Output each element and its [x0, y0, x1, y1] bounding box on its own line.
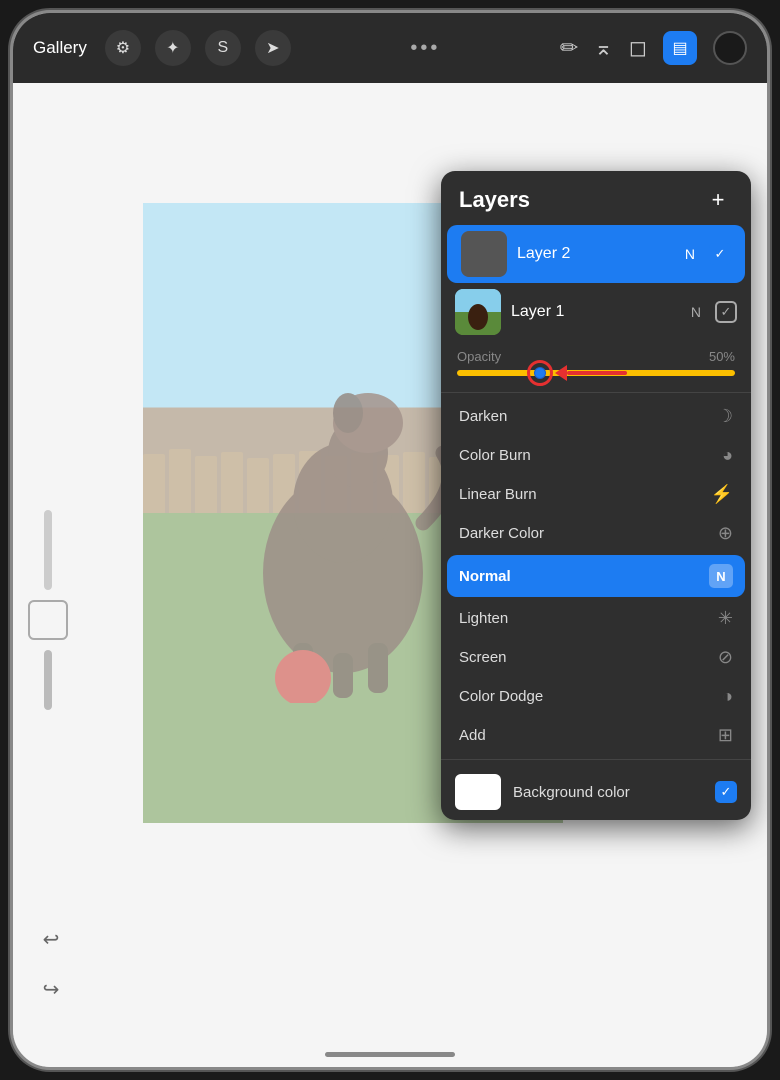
blend-darker-color-icon: ⊕ — [718, 523, 733, 544]
selection-icon[interactable]: S — [205, 30, 241, 66]
blend-modes-list: Darken ☽ Color Burn ◕ Linear Burn ⚡ Dark… — [441, 397, 751, 755]
sidebar-square-tool[interactable] — [28, 600, 68, 640]
opacity-value: 50% — [709, 349, 735, 364]
blend-color-burn-label: Color Burn — [459, 447, 531, 464]
layer-item-2[interactable]: Layer 2 N ✓ — [447, 225, 745, 283]
background-color-row[interactable]: Background color ✓ — [441, 764, 751, 820]
blend-linear-burn-icon: ⚡ — [711, 484, 733, 505]
background-color-visibility[interactable]: ✓ — [715, 781, 737, 803]
layers-button[interactable]: ▤ — [663, 31, 697, 65]
layer-2-visibility[interactable]: ✓ — [709, 243, 731, 265]
slider-outer-ring — [527, 360, 553, 386]
blend-linear-burn-label: Linear Burn — [459, 486, 537, 503]
layer-1-thumbnail — [455, 289, 501, 335]
device-frame: Gallery ⚙ ✦ S ➤ ••• ✏ ⌅ ◻ ▤ ↩ — [10, 10, 770, 1070]
blend-darker-color-label: Darker Color — [459, 525, 544, 542]
blend-mode-darken[interactable]: Darken ☽ — [441, 397, 751, 436]
blend-mode-color-dodge[interactable]: Color Dodge ◑ — [441, 677, 751, 716]
opacity-slider-sidebar[interactable] — [44, 650, 52, 710]
blend-add-label: Add — [459, 727, 486, 744]
add-layer-button[interactable]: + — [703, 185, 733, 215]
undo-button[interactable]: ↩ — [33, 921, 69, 957]
color-picker[interactable] — [713, 31, 747, 65]
layer-item-1[interactable]: Layer 1 N ✓ — [441, 283, 751, 341]
slider-inner-dot — [534, 367, 546, 379]
opacity-label: Opacity — [457, 349, 501, 364]
layer-2-thumbnail — [461, 231, 507, 277]
top-bar-right: ✏ ⌅ ◻ ▤ — [560, 31, 747, 65]
blend-normal-label: Normal — [459, 568, 511, 585]
blend-lighten-label: Lighten — [459, 610, 508, 627]
opacity-row: Opacity 50% — [441, 341, 751, 388]
canvas-area: ↩ ↪ — [13, 83, 767, 1067]
opacity-slider-track[interactable] — [457, 370, 735, 376]
layer-2-mode: N — [685, 246, 695, 262]
home-indicator — [325, 1052, 455, 1057]
blend-mode-color-burn[interactable]: Color Burn ◕ — [441, 436, 751, 475]
blend-mode-normal[interactable]: Normal N — [447, 555, 745, 597]
panel-divider-2 — [441, 759, 751, 760]
blend-color-dodge-icon: ◑ — [722, 686, 733, 707]
pen-tool-icon[interactable]: ✏ — [560, 35, 578, 61]
blend-add-icon: ⊞ — [718, 725, 733, 746]
blend-lighten-icon: ✳ — [718, 608, 733, 629]
redo-button[interactable]: ↪ — [33, 971, 69, 1007]
layers-panel: Layers + Layer 2 N ✓ Layer 1 — [441, 171, 751, 820]
blend-color-dodge-label: Color Dodge — [459, 688, 543, 705]
arrow-shaft — [567, 371, 627, 375]
blend-mode-add[interactable]: Add ⊞ — [441, 716, 751, 755]
blend-screen-icon: ⊘ — [718, 647, 733, 668]
layers-icon: ▤ — [672, 38, 687, 58]
gallery-link[interactable]: Gallery — [33, 38, 87, 58]
layer-1-name: Layer 1 — [511, 303, 681, 321]
bottom-left-controls: ↩ ↪ — [33, 921, 69, 1007]
more-options-icon[interactable]: ••• — [410, 37, 440, 60]
arrow-annotation — [556, 365, 627, 381]
blend-normal-icon: N — [709, 564, 733, 588]
brush-size-slider[interactable] — [44, 510, 52, 590]
blend-color-burn-icon: ◕ — [722, 445, 733, 466]
transform-icon[interactable]: ➤ — [255, 30, 291, 66]
blend-darken-label: Darken — [459, 408, 507, 425]
blend-mode-screen[interactable]: Screen ⊘ — [441, 638, 751, 677]
eraser-tool-icon[interactable]: ◻ — [629, 35, 647, 61]
top-bar-center: ••• — [291, 37, 560, 60]
opacity-slider-thumb[interactable] — [527, 360, 553, 386]
top-bar: Gallery ⚙ ✦ S ➤ ••• ✏ ⌅ ◻ ▤ — [13, 13, 767, 83]
layer-2-name: Layer 2 — [517, 245, 675, 263]
blend-mode-darker-color[interactable]: Darker Color ⊕ — [441, 514, 751, 553]
blend-darken-icon: ☽ — [717, 406, 733, 427]
wrench-icon[interactable]: ⚙ — [105, 30, 141, 66]
panel-divider-1 — [441, 392, 751, 393]
top-bar-left: Gallery ⚙ ✦ S ➤ — [33, 30, 291, 66]
layer-1-visibility[interactable]: ✓ — [715, 301, 737, 323]
layers-panel-title: Layers — [459, 187, 530, 213]
background-color-label: Background color — [513, 784, 703, 801]
calligraphy-tool-icon[interactable]: ⌅ — [594, 35, 612, 61]
adjustments-icon[interactable]: ✦ — [155, 30, 191, 66]
background-color-swatch[interactable] — [455, 774, 501, 810]
blend-mode-linear-burn[interactable]: Linear Burn ⚡ — [441, 475, 751, 514]
layer-1-mode: N — [691, 304, 701, 320]
arrow-head-icon — [555, 365, 567, 381]
blend-screen-label: Screen — [459, 649, 507, 666]
layers-header: Layers + — [441, 171, 751, 225]
blend-mode-lighten[interactable]: Lighten ✳ — [441, 599, 751, 638]
